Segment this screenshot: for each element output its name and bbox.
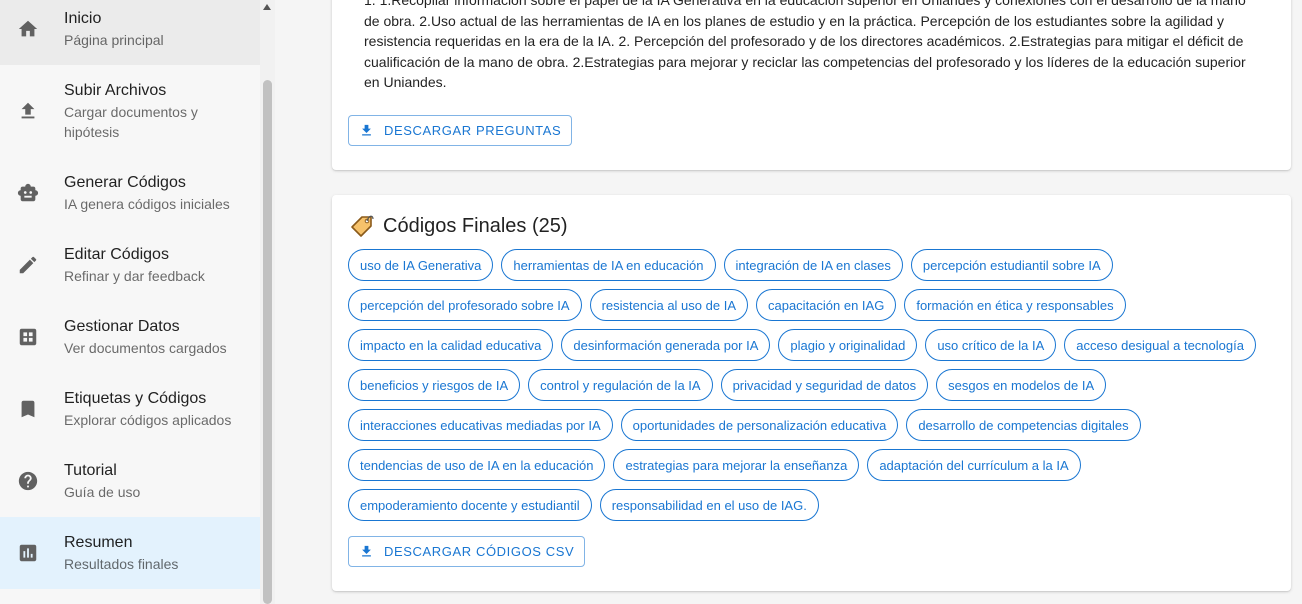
sidebar-item-resumen[interactable]: Resumen Resultados finales <box>0 517 260 589</box>
code-chip[interactable]: integración de IA en clases <box>723 249 903 281</box>
sidebar-item-subtitle: Guía de uso <box>64 484 141 500</box>
code-chip[interactable]: percepción estudiantil sobre IA <box>910 249 1113 281</box>
chip-row: tendencias de uso de IA en la educación … <box>348 449 1089 481</box>
scrollbar-thumb[interactable] <box>263 80 272 604</box>
sidebar-item-title: Editar Códigos <box>64 246 169 263</box>
sidebar-item-subtitle: IA genera códigos iniciales <box>64 196 230 212</box>
code-chip[interactable]: desinformación generada por IA <box>561 329 771 361</box>
final-codes-card: Códigos Finales (25) uso de IA Generativ… <box>332 195 1291 591</box>
sidebar-item-title: Resumen <box>64 534 133 551</box>
bar-chart-icon <box>17 542 39 564</box>
chip-row: beneficios y riesgos de IA control y reg… <box>348 369 1114 401</box>
sidebar-item-generar-codigos[interactable]: Generar Códigos IA genera códigos inicia… <box>0 157 260 229</box>
code-chip[interactable]: resistencia al uso de IA <box>589 289 748 321</box>
upload-icon <box>17 100 39 122</box>
sidebar-item-title: Gestionar Datos <box>64 318 180 335</box>
code-chip[interactable]: uso crítico de la IA <box>925 329 1057 361</box>
chip-row: empoderamiento docente y estudiantil res… <box>348 489 827 521</box>
sidebar-item-etiquetas[interactable]: Etiquetas y Códigos Explorar códigos apl… <box>0 373 260 445</box>
download-questions-label: DESCARGAR PREGUNTAS <box>384 123 562 138</box>
sidebar-item-title: Tutorial <box>64 462 117 479</box>
questions-card: 1. 1.Recopilar información sobre el pape… <box>332 0 1291 170</box>
sidebar-item-subtitle: Explorar códigos aplicados <box>64 412 232 428</box>
code-chip[interactable]: tendencias de uso de IA en la educación <box>348 449 606 481</box>
research-questions-text: 1. 1.Recopilar información sobre el pape… <box>364 0 1246 90</box>
sidebar-item-subtitle: Página principal <box>64 32 164 48</box>
sidebar-item-subtitle: Resultados finales <box>64 556 179 572</box>
sidebar-item-gestionar-datos[interactable]: Gestionar Datos Ver documentos cargados <box>0 301 260 373</box>
code-chip[interactable]: control y regulación de la IA <box>528 369 713 401</box>
sidebar-item-tutorial[interactable]: Tutorial Guía de uso <box>0 445 260 517</box>
code-chip[interactable]: impacto en la calidad educativa <box>348 329 554 361</box>
sidebar-item-editar-codigos[interactable]: Editar Códigos Refinar y dar feedback <box>0 229 260 301</box>
code-chip[interactable]: sesgos en modelos de IA <box>936 369 1107 401</box>
download-questions-button[interactable]: DESCARGAR PREGUNTAS <box>348 115 573 146</box>
code-chip[interactable]: capacitación en IAG <box>755 289 897 321</box>
sidebar-item-subtitle: Refinar y dar feedback <box>64 268 205 284</box>
final-codes-title: Códigos Finales (25) <box>383 214 568 237</box>
main-content: 1. 1.Recopilar información sobre el pape… <box>275 0 1302 604</box>
code-chip[interactable]: oportunidades de personalización educati… <box>620 409 899 441</box>
code-chip[interactable]: plagio y originalidad <box>778 329 918 361</box>
sidebar-item-title: Subir Archivos <box>64 81 167 99</box>
chip-row: uso de IA Generativa herramientas de IA … <box>348 249 1121 281</box>
code-chip[interactable]: percepción del profesorado sobre IA <box>348 289 582 321</box>
sidebar: Inicio Página principal Subir Archivos C… <box>0 0 260 604</box>
code-chip[interactable]: interacciones educativas mediadas por IA <box>348 409 613 441</box>
sidebar-item-subtitle: Cargar documentos y hipótesis <box>64 103 198 140</box>
sidebar-item-title: Generar Códigos <box>64 174 186 191</box>
robot-icon <box>17 182 39 204</box>
sidebar-scrollbar[interactable] <box>260 0 275 604</box>
code-chip[interactable]: privacidad y seguridad de datos <box>720 369 929 401</box>
code-chip[interactable]: beneficios y riesgos de IA <box>348 369 521 401</box>
code-chip[interactable]: adaptación del currículum a la IA <box>867 449 1081 481</box>
code-chip[interactable]: herramientas de IA en educación <box>501 249 716 281</box>
download-codes-csv-label: DESCARGAR CÓDIGOS CSV <box>384 544 575 559</box>
download-icon <box>362 545 371 557</box>
code-chip[interactable]: empoderamiento docente y estudiantil <box>348 489 592 521</box>
code-chip[interactable]: uso de IA Generativa <box>348 249 494 281</box>
download-icon <box>362 124 371 136</box>
scroll-up-arrow-icon[interactable] <box>263 4 271 10</box>
sidebar-item-subir-archivos[interactable]: Subir Archivos Cargar documentos y hipót… <box>0 68 260 153</box>
help-icon <box>17 470 39 492</box>
code-chip[interactable]: acceso desigual a tecnología <box>1064 329 1256 361</box>
chip-row: percepción del profesorado sobre IA resi… <box>348 289 1134 321</box>
sidebar-item-title: Inicio <box>64 10 102 27</box>
sidebar-item-title: Etiquetas y Códigos <box>64 390 207 407</box>
pencil-icon <box>17 254 39 276</box>
chip-row: impacto en la calidad educativa desinfor… <box>348 329 1264 361</box>
bookmark-icon <box>17 398 39 420</box>
code-chip[interactable]: estrategias para mejorar la enseñanza <box>613 449 860 481</box>
chip-row: interacciones educativas mediadas por IA… <box>348 409 1149 441</box>
code-chip[interactable]: formación en ética y responsables <box>904 289 1126 321</box>
home-icon <box>17 18 39 40</box>
tag-icon <box>351 215 374 237</box>
sidebar-item-subtitle: Ver documentos cargados <box>64 340 227 356</box>
code-chip[interactable]: desarrollo de competencias digitales <box>906 409 1141 441</box>
sidebar-item-inicio[interactable]: Inicio Página principal <box>0 0 260 65</box>
grid-icon <box>17 326 39 348</box>
final-codes-title-row: Códigos Finales (25) <box>349 213 568 239</box>
code-chip[interactable]: responsabilidad en el uso de IAG. <box>599 489 819 521</box>
download-codes-csv-button[interactable]: DESCARGAR CÓDIGOS CSV <box>348 536 586 567</box>
